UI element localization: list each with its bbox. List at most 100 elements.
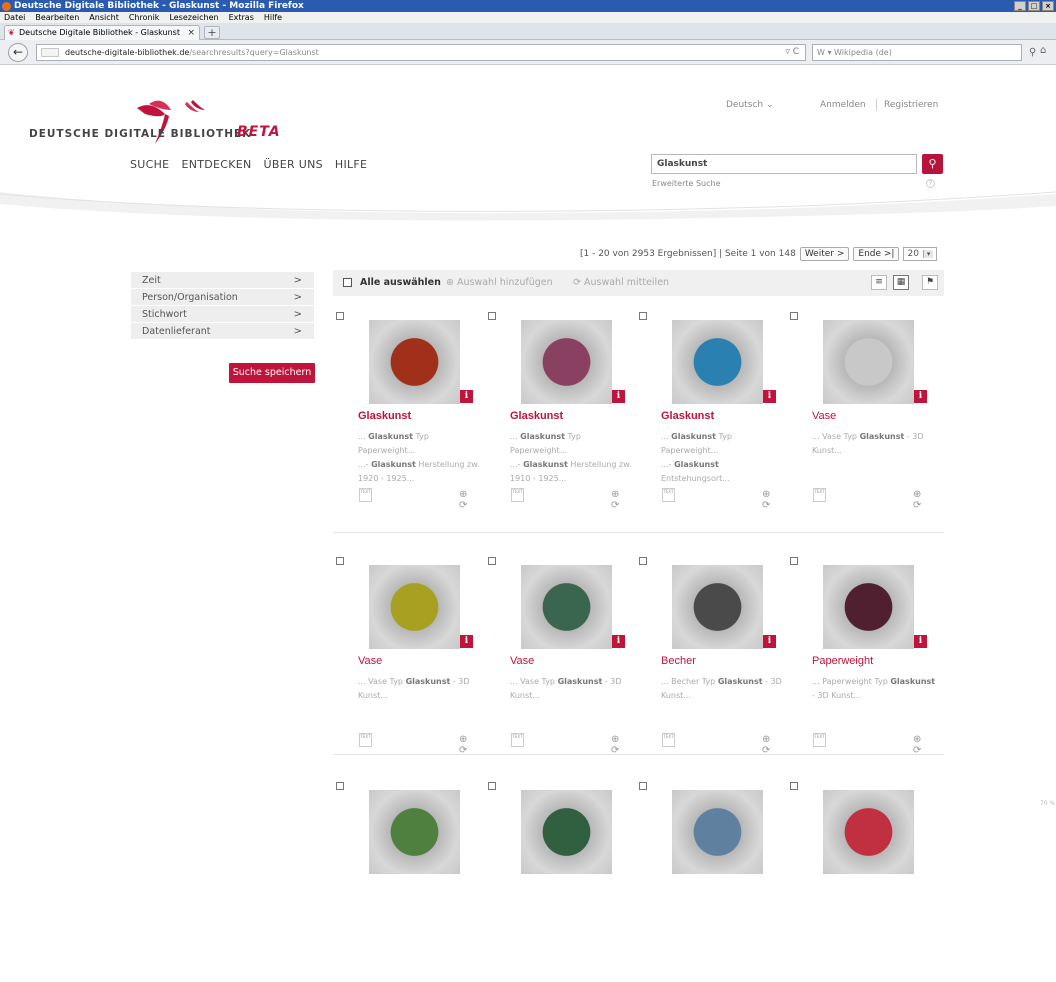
result-card[interactable]: i Vase ... Vase Typ Glaskunst - 3D Kunst..…: [488, 557, 628, 757]
maximize-button[interactable]: □: [1028, 1, 1040, 11]
item-actions-icons[interactable]: ⊕ ⟳: [762, 489, 779, 511]
item-checkbox[interactable]: [790, 557, 798, 565]
result-card[interactable]: [790, 782, 930, 982]
item-checkbox[interactable]: [488, 782, 496, 790]
info-icon[interactable]: i: [763, 635, 776, 648]
item-thumbnail[interactable]: [521, 320, 612, 404]
browser-tab[interactable]: ❦ Deutsche Digitale Bibliothek - Glaskun…: [4, 25, 200, 40]
item-thumbnail[interactable]: [521, 565, 612, 649]
map-view-icon[interactable]: ⚑: [922, 275, 938, 290]
search-input[interactable]: Glaskunst: [651, 154, 917, 174]
result-card[interactable]: [488, 782, 628, 982]
nav-suche[interactable]: SUCHE: [130, 158, 169, 171]
browser-search-field[interactable]: W ▾ Wikipedia (de) ⚲: [812, 44, 1036, 61]
facet-zeit[interactable]: Zeit >: [131, 272, 314, 289]
nav-ueber-uns[interactable]: ÜBER UNS: [264, 158, 323, 171]
item-checkbox[interactable]: [790, 782, 798, 790]
add-selection-button[interactable]: ⊕ Auswahl hinzufügen: [446, 277, 553, 288]
item-actions-icons[interactable]: ⊕ ⟳: [611, 734, 628, 756]
facet-stichwort[interactable]: Stichwort >: [131, 306, 314, 323]
menu-datei[interactable]: Datei: [4, 12, 25, 23]
item-actions-icons[interactable]: ⊕ ⟳: [459, 734, 476, 756]
nav-entdecken[interactable]: ENTDECKEN: [181, 158, 251, 171]
info-icon[interactable]: i: [914, 390, 927, 403]
facet-datenlieferant[interactable]: Datenlieferant >: [131, 323, 314, 340]
login-link[interactable]: Anmelden: [820, 100, 866, 110]
item-thumbnail[interactable]: [672, 565, 763, 649]
info-icon[interactable]: i: [460, 390, 473, 403]
menu-lesezeichen[interactable]: Lesezeichen: [169, 12, 218, 23]
info-icon[interactable]: i: [763, 390, 776, 403]
item-checkbox[interactable]: [488, 312, 496, 320]
info-icon[interactable]: i: [914, 635, 927, 648]
back-button[interactable]: ←: [8, 43, 28, 62]
select-all-checkbox[interactable]: [343, 278, 352, 287]
item-title[interactable]: Vase: [812, 410, 836, 422]
item-actions-icons[interactable]: ⊕ ⟳: [762, 734, 779, 756]
item-thumbnail[interactable]: [672, 320, 763, 404]
result-card[interactable]: i Glaskunst ... Glaskunst Typ Paperweight.…: [639, 312, 779, 512]
select-all-label[interactable]: Alle auswählen: [360, 277, 441, 288]
menu-hilfe[interactable]: Hilfe: [264, 12, 282, 23]
item-actions-icons[interactable]: ⊕ ⟳: [611, 489, 628, 511]
last-page-button[interactable]: Ende >|: [853, 247, 900, 261]
item-thumbnail[interactable]: [823, 320, 914, 404]
info-icon[interactable]: i: [460, 635, 473, 648]
item-actions-icons[interactable]: ⊕ ⟳: [913, 489, 930, 511]
item-actions-icons[interactable]: ⊕ ⟳: [459, 489, 476, 511]
item-thumbnail[interactable]: [369, 565, 460, 649]
register-link[interactable]: Registrieren: [884, 100, 938, 110]
result-card[interactable]: i Glaskunst ... Glaskunst Typ Paperweight.…: [336, 312, 480, 512]
result-card[interactable]: [336, 782, 476, 982]
item-thumbnail[interactable]: [369, 790, 460, 874]
share-selection-button[interactable]: ⟳ Auswahl mitteilen: [573, 277, 669, 288]
item-checkbox[interactable]: [639, 782, 647, 790]
home-icon[interactable]: ⌂: [1040, 45, 1054, 60]
new-tab-button[interactable]: +: [204, 26, 220, 39]
item-checkbox[interactable]: [639, 312, 647, 320]
item-title[interactable]: Becher: [661, 655, 696, 667]
close-window-button[interactable]: ×: [1042, 1, 1054, 11]
url-bar[interactable]: deutsche-digitale-bibliothek.de/searchre…: [36, 44, 806, 61]
item-thumbnail[interactable]: [369, 320, 460, 404]
result-card[interactable]: i Becher ... Becher Typ Glaskunst - 3D Kun…: [639, 557, 782, 757]
result-card[interactable]: [639, 782, 779, 982]
reload-icon[interactable]: ▿ C: [785, 45, 799, 60]
nav-hilfe[interactable]: HILFE: [335, 158, 367, 171]
item-checkbox[interactable]: [790, 312, 798, 320]
item-actions-icons[interactable]: ⊕ ⟳: [913, 734, 930, 756]
item-title[interactable]: Paperweight: [812, 655, 873, 667]
minimize-button[interactable]: _: [1014, 1, 1026, 11]
close-tab-icon[interactable]: ×: [187, 26, 195, 40]
info-icon[interactable]: i: [612, 635, 625, 648]
item-title[interactable]: Glaskunst: [661, 410, 714, 422]
item-title[interactable]: Vase: [358, 655, 382, 667]
item-checkbox[interactable]: [639, 557, 647, 565]
item-thumbnail[interactable]: [521, 790, 612, 874]
item-thumbnail[interactable]: [823, 790, 914, 874]
info-icon[interactable]: i: [612, 390, 625, 403]
menu-extras[interactable]: Extras: [229, 12, 254, 23]
search-button[interactable]: ⚲: [922, 154, 943, 174]
site-identity-icon[interactable]: [41, 48, 59, 57]
result-card[interactable]: i Vase ... Vase Typ Glaskunst - 3D Kunst..…: [790, 312, 930, 512]
result-card[interactable]: i Vase ... Vase Typ Glaskunst - 3D Kunst..…: [336, 557, 476, 757]
menu-ansicht[interactable]: Ansicht: [89, 12, 119, 23]
item-checkbox[interactable]: [336, 782, 344, 790]
facet-person-organisation[interactable]: Person/Organisation >: [131, 289, 314, 306]
result-card[interactable]: i Glaskunst ... Glaskunst Typ Paperweight.…: [488, 312, 632, 512]
item-checkbox[interactable]: [336, 312, 344, 320]
list-view-icon[interactable]: ≡: [871, 275, 887, 290]
item-thumbnail[interactable]: [823, 565, 914, 649]
menu-chronik[interactable]: Chronik: [129, 12, 160, 23]
item-title[interactable]: Glaskunst: [358, 410, 411, 422]
language-select[interactable]: Deutsch ⌄: [726, 100, 773, 110]
item-title[interactable]: Glaskunst: [510, 410, 563, 422]
next-page-button[interactable]: Weiter >: [799, 247, 850, 261]
grid-view-icon[interactable]: ▦: [893, 275, 909, 290]
menu-bearbeiten[interactable]: Bearbeiten: [35, 12, 79, 23]
item-title[interactable]: Vase: [510, 655, 534, 667]
item-checkbox[interactable]: [488, 557, 496, 565]
save-search-button[interactable]: Suche speichern: [229, 363, 315, 383]
item-checkbox[interactable]: [336, 557, 344, 565]
